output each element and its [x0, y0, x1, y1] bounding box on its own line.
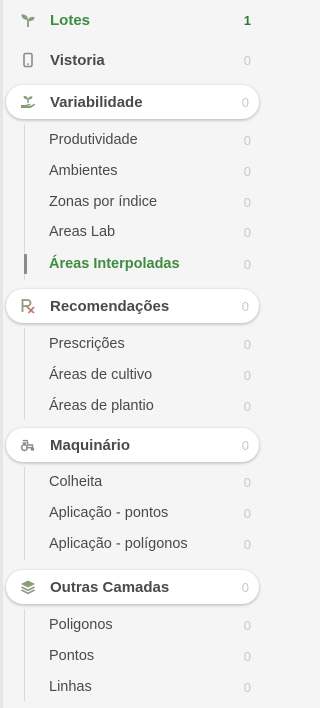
layers-icon [20, 579, 36, 595]
menu-group-recomendacoes-label: Recomendações [50, 297, 170, 315]
prescription-icon [20, 298, 36, 314]
submenu-item-label: Aplicação - pontos [49, 505, 169, 521]
submenu-item-label: Pontos [49, 648, 95, 664]
menu-item-vistoria-label: Vistoria [50, 51, 105, 69]
tractor-icon [20, 437, 36, 453]
submenu-item-label: Zonas por índice [49, 194, 158, 210]
submenu-item-poligonos[interactable]: Poligonos 0 [0, 610, 261, 640]
submenu-item-count: 0 [243, 505, 251, 521]
menu-group-variabilidade[interactable]: Variabilidade 0 [6, 85, 259, 119]
submenu-item-count: 0 [243, 536, 251, 552]
submenu-item-count: 0 [243, 648, 251, 664]
layer-menu-panel: Lotes 1 Vistoria 0 Variabilidade 0 Produ… [0, 0, 261, 708]
submenu-item-count: 0 [243, 256, 251, 272]
submenu-item-label: Áreas de plantio [49, 398, 154, 414]
menu-group-recomendacoes-count: 0 [241, 298, 249, 314]
submenu-item-areas-de-plantio[interactable]: Áreas de plantio 0 [0, 391, 261, 421]
menu-item-lotes-label: Lotes [50, 11, 91, 29]
submenu-item-zonas-por-indice[interactable]: Zonas por índice 0 [0, 187, 261, 217]
submenu-item-count: 0 [243, 336, 251, 352]
submenu-item-aplicacao-poligonos[interactable]: Aplicação - polígonos 0 [0, 529, 261, 559]
submenu-item-areas-interpoladas[interactable]: Áreas Interpoladas 0 [0, 249, 261, 279]
menu-group-maquinario-label: Maquinário [50, 436, 131, 454]
submenu-item-count: 0 [243, 617, 251, 633]
submenu-item-label: Linhas [49, 679, 92, 695]
submenu-item-count: 0 [243, 194, 251, 210]
submenu-item-produtividade[interactable]: Produtividade 0 [0, 125, 261, 155]
submenu-item-prescricoes[interactable]: Prescrições 0 [0, 329, 261, 359]
submenu-item-aplicacao-pontos[interactable]: Aplicação - pontos 0 [0, 498, 261, 528]
hand-plant-icon [20, 94, 36, 110]
submenu-item-count: 0 [243, 398, 251, 414]
submenu-item-label: Areas Lab [49, 224, 116, 240]
submenu-item-areas-lab[interactable]: Areas Lab 0 [0, 217, 261, 247]
submenu-item-count: 0 [243, 679, 251, 695]
submenu-item-label: Áreas de cultivo [49, 367, 153, 383]
submenu-item-label: Poligonos [49, 617, 113, 633]
submenu-item-label: Aplicação - polígonos [49, 536, 188, 552]
menu-group-outras-camadas-count: 0 [241, 579, 249, 595]
submenu-item-label: Colheita [49, 474, 103, 490]
submenu-item-pontos[interactable]: Pontos 0 [0, 641, 261, 671]
menu-group-outras-camadas[interactable]: Outras Camadas 0 [6, 570, 259, 604]
sprout-icon [20, 12, 36, 28]
menu-group-variabilidade-count: 0 [241, 94, 249, 110]
menu-group-recomendacoes[interactable]: Recomendações 0 [6, 289, 259, 323]
submenu-item-label: Áreas Interpoladas [49, 256, 180, 272]
submenu-item-count: 0 [243, 132, 251, 148]
submenu-item-linhas[interactable]: Linhas 0 [0, 672, 261, 702]
menu-group-maquinario-count: 0 [241, 437, 249, 453]
menu-group-outras-camadas-label: Outras Camadas [50, 578, 170, 596]
menu-item-vistoria[interactable]: Vistoria 0 [6, 43, 261, 77]
submenu-item-count: 0 [243, 367, 251, 383]
menu-item-lotes[interactable]: Lotes 1 [6, 3, 261, 37]
submenu-item-label: Ambientes [49, 163, 118, 179]
submenu-item-areas-de-cultivo[interactable]: Áreas de cultivo 0 [0, 360, 261, 390]
submenu-item-count: 0 [243, 474, 251, 490]
submenu-item-label: Produtividade [49, 132, 138, 148]
menu-item-lotes-count: 1 [243, 12, 251, 28]
submenu-item-count: 0 [243, 224, 251, 240]
submenu-item-count: 0 [243, 163, 251, 179]
active-indicator [24, 254, 27, 274]
menu-item-vistoria-count: 0 [243, 52, 251, 68]
submenu-item-label: Prescrições [49, 336, 125, 352]
menu-group-variabilidade-label: Variabilidade [50, 93, 143, 111]
menu-group-maquinario[interactable]: Maquinário 0 [6, 428, 259, 462]
phone-icon [20, 52, 36, 68]
submenu-item-ambientes[interactable]: Ambientes 0 [0, 156, 261, 186]
submenu-item-colheita[interactable]: Colheita 0 [0, 467, 261, 497]
